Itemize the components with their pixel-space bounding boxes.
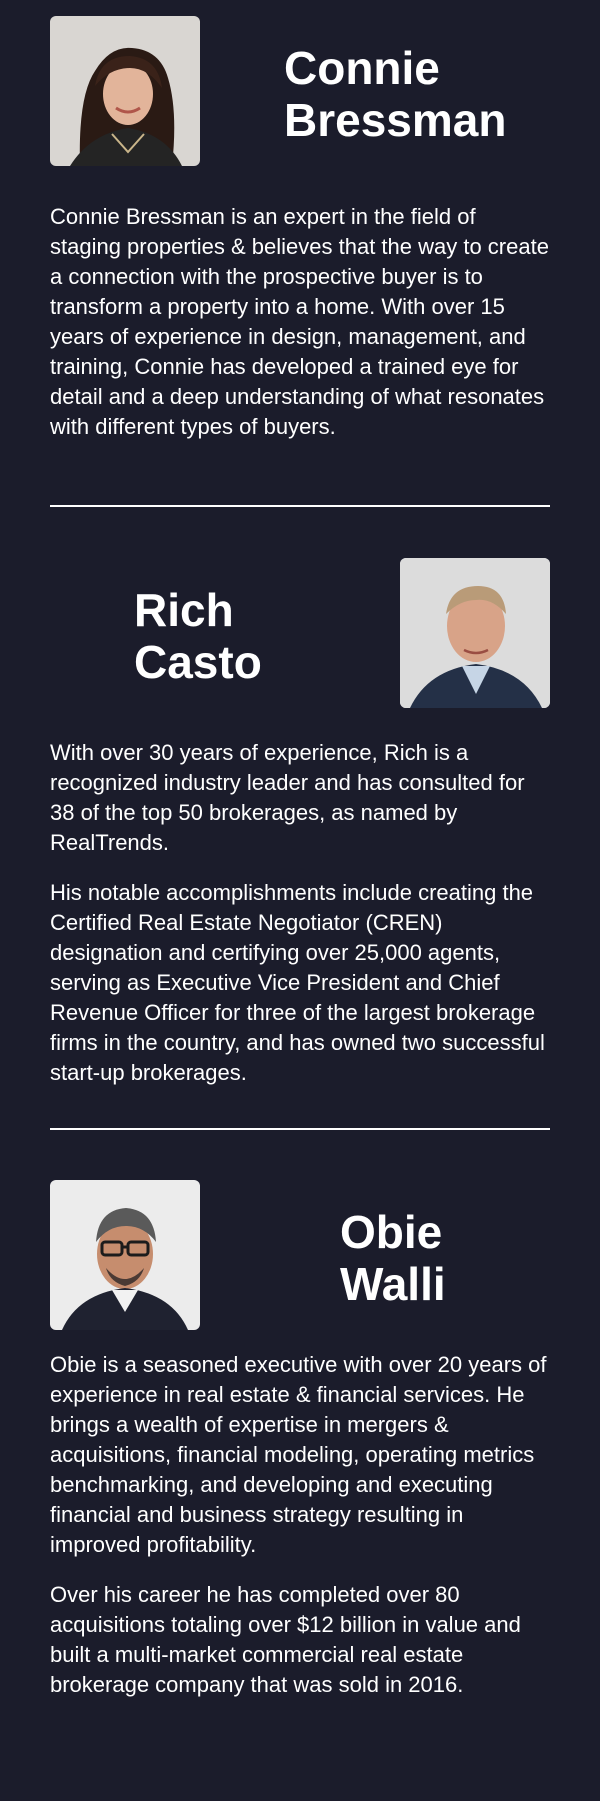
last-name: Bressman <box>284 94 507 146</box>
profile-photo <box>50 1180 200 1330</box>
profile-bio: With over 30 years of experience, Rich i… <box>50 738 550 1088</box>
profile-bio: Connie Bressman is an expert in the fiel… <box>50 202 550 442</box>
bio-paragraph: Over his career he has completed over 80… <box>50 1582 521 1697</box>
last-name: Casto <box>134 636 262 688</box>
last-name: Walli <box>340 1258 446 1310</box>
profile-header: Obie Walli <box>50 1180 550 1330</box>
profile-header: Rich Casto <box>50 558 550 708</box>
profile-name: Connie Bressman <box>284 42 506 146</box>
section-divider <box>50 505 550 507</box>
first-name: Connie <box>284 42 440 94</box>
bio-paragraph: His notable accomplishments include crea… <box>50 880 545 1085</box>
profile-bio: Obie is a seasoned executive with over 2… <box>50 1350 550 1700</box>
first-name: Rich <box>134 584 234 636</box>
profile-photo <box>400 558 550 708</box>
portrait-image <box>50 16 200 166</box>
profile-rich-casto: Rich Casto With over 30 years of experie… <box>50 558 550 1088</box>
profile-connie-bressman: Connie Bressman Connie Bressman is an ex… <box>50 16 550 442</box>
section-divider <box>50 1128 550 1130</box>
portrait-image <box>50 1180 200 1330</box>
bio-paragraph: Obie is a seasoned executive with over 2… <box>50 1352 547 1557</box>
profile-photo <box>50 16 200 166</box>
first-name: Obie <box>340 1206 443 1258</box>
team-bios-page: Connie Bressman Connie Bressman is an ex… <box>0 0 600 1801</box>
profile-header: Connie Bressman <box>50 16 550 166</box>
portrait-image <box>400 558 550 708</box>
profile-obie-walli: Obie Walli Obie is a seasoned executive … <box>50 1180 550 1700</box>
bio-paragraph: With over 30 years of experience, Rich i… <box>50 740 525 855</box>
profile-name: Obie Walli <box>340 1206 446 1310</box>
profile-name: Rich Casto <box>134 584 262 688</box>
bio-paragraph: Connie Bressman is an expert in the fiel… <box>50 204 549 439</box>
